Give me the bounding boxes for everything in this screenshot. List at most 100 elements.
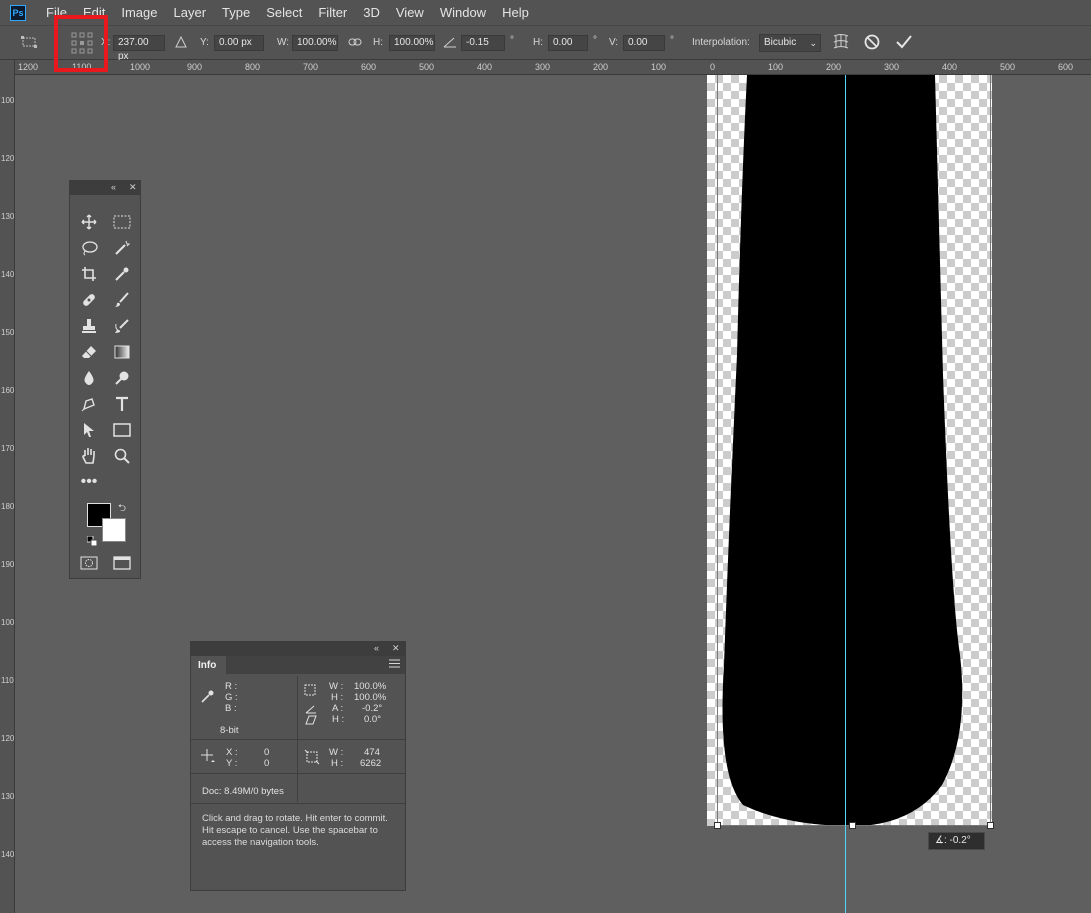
blur-icon[interactable]: [78, 367, 100, 389]
clone-stamp-icon[interactable]: [78, 315, 100, 337]
collapse-icon[interactable]: «: [374, 643, 379, 653]
ruler-tick: 1400: [1, 270, 15, 279]
collapse-icon[interactable]: «: [111, 182, 116, 192]
transform-handle-bottom-center[interactable]: [849, 822, 856, 829]
eyedropper-icon: [201, 689, 215, 706]
y-position-input[interactable]: 0.00 px: [214, 35, 264, 51]
horizontal-ruler[interactable]: 1200 1100 1000 900 800 700 600 500 400 3…: [15, 60, 1091, 75]
ruler-tick: 300: [535, 62, 551, 72]
ruler-tick: 1400: [1, 850, 15, 859]
brush-icon[interactable]: [111, 289, 133, 311]
panel-menu-icon[interactable]: [389, 659, 400, 671]
height-input[interactable]: 100.00%: [389, 35, 435, 51]
tools-panel-header[interactable]: « ✕: [70, 181, 140, 195]
type-icon[interactable]: [111, 393, 133, 415]
transform-tool-icon[interactable]: [20, 35, 38, 52]
skew-v-input[interactable]: 0.00: [623, 35, 665, 51]
menu-view[interactable]: View: [388, 5, 432, 20]
ruler-tick: 500: [1000, 62, 1016, 72]
rectangular-marquee-icon[interactable]: [111, 211, 133, 233]
w-label: W:: [277, 37, 290, 48]
ruler-tick: 600: [1058, 62, 1074, 72]
skew-v-unit: °: [670, 35, 674, 46]
menu-select[interactable]: Select: [258, 5, 310, 20]
ruler-tick: 1300: [1, 212, 15, 221]
pen-icon[interactable]: [78, 393, 100, 415]
h-label: H:: [373, 37, 383, 48]
zoom-icon[interactable]: [111, 445, 133, 467]
ruler-tick: 100: [1, 96, 15, 105]
chevron-down-icon: ⌄: [809, 38, 817, 48]
cancel-transform-icon[interactable]: [864, 34, 880, 53]
info-panel-header[interactable]: « ✕: [191, 642, 405, 656]
rotation-angle-input[interactable]: -0.15: [461, 35, 505, 51]
vertical-guide[interactable]: [845, 75, 846, 913]
more-tools-icon[interactable]: •••: [78, 471, 100, 493]
transform-handle-bottom-right[interactable]: [987, 822, 994, 829]
menu-image[interactable]: Image: [113, 5, 165, 20]
lasso-icon[interactable]: [78, 237, 100, 259]
interpolation-select[interactable]: Bicubic ⌄: [759, 34, 821, 52]
x-position-input[interactable]: 237.00 px: [113, 35, 165, 62]
menu-help[interactable]: Help: [494, 5, 537, 20]
ruler-tick: 900: [187, 62, 203, 72]
width-input[interactable]: 100.00%: [292, 35, 338, 51]
ruler-tick: 600: [361, 62, 377, 72]
ruler-tick: 1000: [1, 618, 15, 627]
ruler-tick: 200: [826, 62, 842, 72]
menu-layer[interactable]: Layer: [166, 5, 215, 20]
menu-type[interactable]: Type: [214, 5, 258, 20]
eyedropper-icon[interactable]: [111, 263, 133, 285]
tools-panel: « ✕ ••• ⮌: [69, 180, 141, 579]
ruler-tick: 1200: [18, 62, 39, 72]
history-brush-icon[interactable]: [111, 315, 133, 337]
tab-info[interactable]: Info: [191, 656, 226, 674]
x-value: 0: [264, 747, 270, 758]
menu-window[interactable]: Window: [432, 5, 494, 20]
doc-height-label: H :: [331, 758, 344, 769]
y-value: 0: [264, 758, 270, 769]
skew-h-input[interactable]: 0.00: [548, 35, 588, 51]
magic-wand-icon[interactable]: [111, 237, 133, 259]
path-selection-icon[interactable]: [78, 419, 100, 441]
ruler-tick: 700: [303, 62, 319, 72]
rectangle-tool-icon[interactable]: [111, 419, 133, 441]
ruler-tick: 0: [710, 62, 716, 72]
transform-handle-bottom-left[interactable]: [714, 822, 721, 829]
link-icon[interactable]: [348, 37, 362, 50]
transform-bounding-box[interactable]: [717, 75, 991, 826]
interpolation-value: Bicubic: [764, 37, 797, 48]
g-label: G :: [225, 692, 238, 703]
background-color-swatch[interactable]: [102, 518, 126, 542]
ruler-tick: 1800: [1, 502, 15, 511]
gradient-icon[interactable]: [111, 341, 133, 363]
close-icon[interactable]: ✕: [392, 643, 400, 654]
close-icon[interactable]: ✕: [129, 182, 137, 193]
skew-icon: [305, 715, 317, 728]
highlight-box: [54, 15, 108, 72]
menu-3d[interactable]: 3D: [355, 5, 388, 20]
angle-value: -0.2°: [362, 703, 383, 714]
move-tool-icon[interactable]: [78, 211, 100, 233]
menu-filter[interactable]: Filter: [310, 5, 355, 20]
angle-icon: [443, 36, 457, 51]
hand-icon[interactable]: [78, 445, 100, 467]
healing-brush-icon[interactable]: [78, 289, 100, 311]
dodge-icon[interactable]: [111, 367, 133, 389]
commit-transform-icon[interactable]: [895, 34, 913, 53]
vertical-ruler[interactable]: 100 1200 1300 1400 1500 1600 1700 1800 1…: [0, 60, 15, 913]
default-colors-icon[interactable]: [86, 533, 98, 551]
swap-colors-icon[interactable]: ⮌: [118, 501, 126, 518]
ruler-tick: 400: [942, 62, 958, 72]
doc-size: Doc: 8.49M/0 bytes: [202, 786, 284, 797]
y-label: Y:: [200, 37, 209, 48]
info-hint: Click and drag to rotate. Hit enter to c…: [202, 813, 388, 848]
w-percent-label: W :: [329, 681, 344, 692]
eraser-icon[interactable]: [78, 341, 100, 363]
relative-position-icon[interactable]: [175, 35, 187, 51]
crop-icon[interactable]: [78, 263, 100, 285]
warp-mode-icon[interactable]: [832, 33, 850, 54]
quick-mask-icon[interactable]: [80, 556, 98, 575]
screen-mode-icon[interactable]: [113, 556, 131, 575]
r-label: R :: [225, 681, 238, 692]
